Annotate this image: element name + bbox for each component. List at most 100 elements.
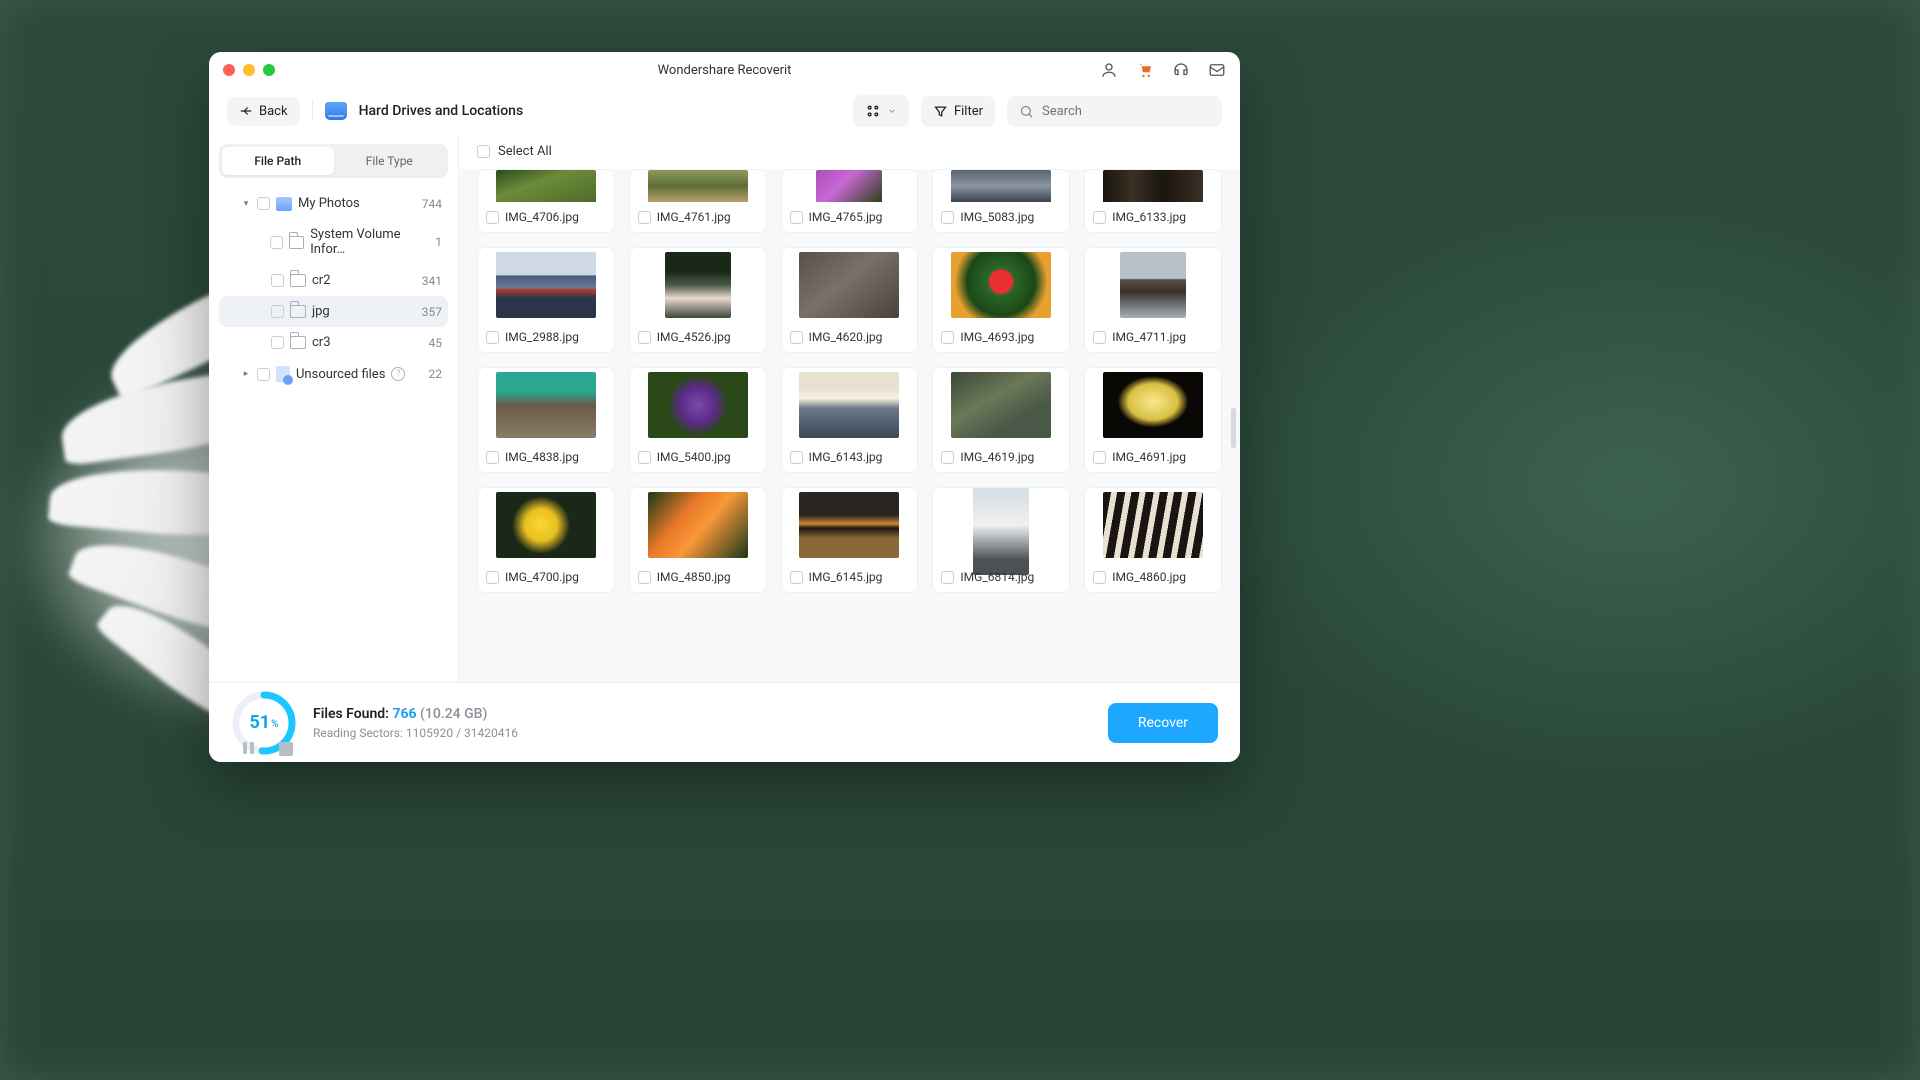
file-card[interactable]: IMG_4706.jpg [477,169,615,233]
thumbnail [478,170,614,202]
file-card[interactable]: IMG_4700.jpg [477,487,615,593]
file-checkbox[interactable] [1093,211,1106,224]
file-checkbox[interactable] [790,571,803,584]
search-input[interactable] [1042,104,1210,119]
tree-checkbox[interactable] [257,368,270,381]
file-checkbox[interactable] [790,211,803,224]
file-checkbox[interactable] [1093,331,1106,344]
file-card[interactable]: IMG_6145.jpg [781,487,919,593]
file-checkbox[interactable] [638,571,651,584]
view-mode-button[interactable] [853,95,909,127]
tree-checkbox[interactable] [257,197,270,210]
file-checkbox[interactable] [1093,571,1106,584]
tab-file-type[interactable]: File Type [334,147,446,175]
window-maximize-button[interactable] [263,64,275,76]
file-card[interactable]: IMG_6814.jpg [932,487,1070,593]
tree-node-system-volume-infor-[interactable]: System Volume Infor…1 [219,219,448,265]
window-title: Wondershare Recoverit [209,63,1240,78]
window-minimize-button[interactable] [243,64,255,76]
file-checkbox[interactable] [941,451,954,464]
file-card[interactable]: IMG_4620.jpg [781,247,919,353]
tree-count: 45 [429,336,443,350]
thumbnail [933,170,1069,202]
file-checkbox[interactable] [1093,451,1106,464]
unsourced-icon [276,366,290,382]
toolbar: Back Hard Drives and Locations Filter [209,88,1240,134]
file-name: IMG_4711.jpg [1112,330,1186,344]
support-icon[interactable] [1172,61,1190,79]
tab-file-path[interactable]: File Path [222,147,334,175]
file-name: IMG_6143.jpg [809,450,883,464]
account-icon[interactable] [1100,61,1118,79]
file-card[interactable]: IMG_4691.jpg [1084,367,1222,473]
file-card[interactable]: IMG_4619.jpg [932,367,1070,473]
scan-status: Reading Sectors: 1105920 / 31420416 [313,726,518,740]
file-checkbox[interactable] [486,571,499,584]
tree-node-unsourced-files[interactable]: ▸Unsourced files?22 [219,358,448,390]
thumbnail [630,488,766,562]
back-button[interactable]: Back [227,97,300,126]
file-checkbox[interactable] [486,331,499,344]
file-card[interactable]: IMG_5083.jpg [932,169,1070,233]
tree-node-cr2[interactable]: cr2341 [219,265,448,296]
file-name: IMG_4838.jpg [505,450,579,464]
file-checkbox[interactable] [486,451,499,464]
file-checkbox[interactable] [790,331,803,344]
file-card[interactable]: IMG_4693.jpg [932,247,1070,353]
help-icon[interactable]: ? [391,367,405,381]
file-card[interactable]: IMG_4765.jpg [781,169,919,233]
cart-icon[interactable] [1136,61,1154,79]
file-card[interactable]: IMG_2988.jpg [477,247,615,353]
stop-button[interactable] [279,742,293,756]
arrow-left-icon [239,104,253,118]
file-checkbox[interactable] [790,451,803,464]
recover-button[interactable]: Recover [1108,703,1218,743]
file-card[interactable]: IMG_4850.jpg [629,487,767,593]
sidebar: File Path File Type ▾My Photos744System … [209,134,459,682]
file-card[interactable]: IMG_4838.jpg [477,367,615,473]
tree-checkbox[interactable] [271,305,284,318]
tree-checkbox[interactable] [271,336,284,349]
titlebar: Wondershare Recoverit [209,52,1240,88]
file-checkbox[interactable] [941,331,954,344]
file-card[interactable]: IMG_5400.jpg [629,367,767,473]
feedback-icon[interactable] [1208,61,1226,79]
thumbnail [782,170,918,202]
thumbnail [1085,488,1221,562]
file-checkbox[interactable] [941,211,954,224]
tree-checkbox[interactable] [270,236,283,249]
file-checkbox[interactable] [486,211,499,224]
file-name: IMG_4691.jpg [1112,450,1186,464]
tree-node-cr3[interactable]: cr345 [219,327,448,358]
file-checkbox[interactable] [638,331,651,344]
window-close-button[interactable] [223,64,235,76]
search-field[interactable] [1007,96,1222,127]
thumbnail [933,248,1069,322]
folder-icon [289,236,304,249]
tree-checkbox[interactable] [271,274,284,287]
tree-count: 357 [422,305,442,319]
file-tree: ▾My Photos744System Volume Infor…1cr2341… [219,188,448,390]
sidebar-tabs: File Path File Type [219,144,448,178]
thumbnail [630,248,766,322]
pause-button[interactable] [243,742,257,756]
file-card[interactable]: IMG_6143.jpg [781,367,919,473]
file-checkbox[interactable] [638,451,651,464]
file-card[interactable]: IMG_4860.jpg [1084,487,1222,593]
file-card[interactable]: IMG_6133.jpg [1084,169,1222,233]
tree-node-my-photos[interactable]: ▾My Photos744 [219,188,448,219]
file-card[interactable]: IMG_4761.jpg [629,169,767,233]
app-window: Wondershare Recoverit Back Hard Drives a… [209,52,1240,762]
tree-count: 341 [422,274,442,288]
file-grid: IMG_4706.jpgIMG_4761.jpgIMG_4765.jpgIMG_… [477,169,1222,593]
file-checkbox[interactable] [941,571,954,584]
thumbnail [478,488,614,562]
select-all-checkbox[interactable] [477,145,490,158]
file-checkbox[interactable] [638,211,651,224]
file-card[interactable]: IMG_4711.jpg [1084,247,1222,353]
content-scrollbar[interactable] [1231,408,1236,448]
tree-node-jpg[interactable]: jpg 357 [219,296,448,327]
tree-label: jpg [312,304,330,319]
filter-button[interactable]: Filter [921,96,995,127]
file-card[interactable]: IMG_4526.jpg [629,247,767,353]
